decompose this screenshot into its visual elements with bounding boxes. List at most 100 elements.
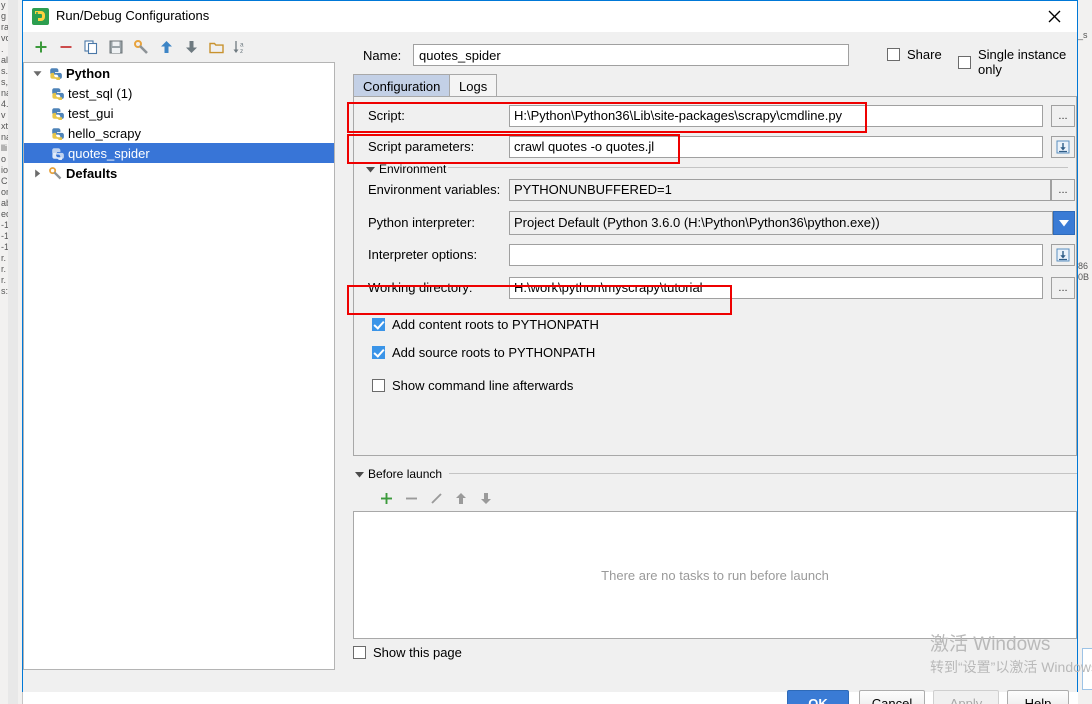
tree-item-label: hello_scrapy: [68, 125, 141, 141]
chevron-down-icon: [355, 471, 364, 477]
remove-task-icon[interactable]: [401, 487, 421, 509]
background-editor-left: ygravo.als.s,na4.|vxtnallioioComabed-1-1…: [0, 0, 23, 704]
configuration-editor-pane: Name: Share Single instance only Configu…: [343, 32, 1077, 692]
tree-item-python[interactable]: Python: [24, 63, 334, 83]
background-panel: [1082, 648, 1092, 690]
tree-item-label: Defaults: [66, 165, 118, 181]
background-text-line: _s: [1078, 30, 1088, 40]
dialog-titlebar: Run/Debug Configurations: [23, 1, 1077, 32]
show-command-line-checkbox[interactable]: Show command line afterwards: [372, 378, 573, 393]
move-down-icon[interactable]: [181, 37, 201, 57]
configurations-pane: a z Python test_sql (1) test_gui hello_s…: [23, 32, 341, 674]
working-directory-browse-button[interactable]: ...: [1051, 277, 1075, 299]
edit-task-icon[interactable]: [426, 487, 446, 509]
tab-logs[interactable]: Logs: [449, 74, 498, 97]
chevron-down-icon[interactable]: [28, 69, 46, 78]
chevron-down-icon[interactable]: [1053, 211, 1075, 235]
add-content-roots-checkbox-box[interactable]: [372, 318, 385, 331]
wrench-icon[interactable]: [131, 37, 151, 57]
before-launch-empty-text: There are no tasks to run before launch: [601, 567, 829, 583]
script-parameters-expand-button[interactable]: [1051, 136, 1075, 158]
add-task-icon[interactable]: [376, 487, 396, 509]
environment-variables-row: Environment variables: PYTHONUNBUFFERED=…: [354, 179, 1076, 201]
script-input[interactable]: H:\Python\Python36\Lib\site-packages\scr…: [509, 105, 1043, 127]
single-instance-label: Single instance only: [978, 47, 1067, 77]
tree-item-test-sql-1[interactable]: test_sql (1): [24, 83, 334, 103]
background-text-line: 86: [1078, 261, 1089, 271]
script-parameters-label: Script parameters:: [368, 139, 475, 154]
share-checkbox[interactable]: Share: [887, 47, 942, 62]
tab-configuration[interactable]: Configuration: [353, 74, 451, 97]
python-interpreter-combobox[interactable]: Project Default (Python 3.6.0 (H:\Python…: [509, 211, 1053, 235]
background-scrollbar[interactable]: [8, 0, 18, 704]
move-task-down-icon[interactable]: [476, 487, 496, 509]
ok-button[interactable]: OK: [787, 690, 849, 704]
background-text-line: 0B: [1078, 272, 1090, 282]
show-this-page-checkbox[interactable]: Show this page: [353, 645, 462, 660]
folder-icon[interactable]: [206, 37, 226, 57]
tree-item-quotes-spider[interactable]: quotes_spider: [24, 143, 334, 163]
remove-icon[interactable]: [56, 37, 76, 57]
python-file-icon: [48, 127, 66, 140]
environment-section-label: Environment: [379, 162, 447, 176]
before-launch-divider: [449, 473, 1077, 474]
script-row: Script: H:\Python\Python36\Lib\site-pack…: [354, 105, 1076, 127]
python-interpreter-row: Python interpreter: Project Default (Pyt…: [354, 211, 1076, 235]
chevron-right-icon[interactable]: [28, 169, 46, 178]
tree-item-label: test_sql (1): [68, 85, 133, 101]
add-source-roots-checkbox-box[interactable]: [372, 346, 385, 359]
working-directory-label: Working directory:: [368, 280, 473, 295]
show-this-page-label: Show this page: [373, 645, 462, 660]
working-directory-input[interactable]: H:\work\python\myscrapy\tutorial: [509, 277, 1043, 299]
add-content-roots-label: Add content roots to PYTHONPATH: [392, 317, 599, 332]
interpreter-options-expand-button[interactable]: [1051, 244, 1075, 266]
environment-section-header[interactable]: Environment: [366, 162, 446, 176]
screen: ygravo.als.s,na4.|vxtnallioioComabed-1-1…: [0, 0, 1092, 704]
move-task-up-icon[interactable]: [451, 487, 471, 509]
add-content-roots-checkbox[interactable]: Add content roots to PYTHONPATH: [372, 317, 599, 332]
script-browse-button[interactable]: ...: [1051, 105, 1075, 127]
tree-item-label: test_gui: [68, 105, 114, 121]
background-editor-right: _s 86 0B: [1078, 0, 1092, 704]
close-icon[interactable]: [1031, 1, 1077, 31]
apply-button: Apply: [933, 690, 999, 704]
script-label: Script:: [368, 108, 405, 123]
interpreter-options-input[interactable]: [509, 244, 1043, 266]
name-row: Name: Share Single instance only: [363, 44, 1077, 77]
single-instance-checkbox[interactable]: Single instance only: [958, 47, 1077, 77]
python-file-icon: [48, 107, 66, 120]
script-parameters-input[interactable]: crawl quotes -o quotes.jl: [509, 136, 1043, 158]
show-command-line-checkbox-box[interactable]: [372, 379, 385, 392]
dialog-title: Run/Debug Configurations: [56, 8, 210, 23]
sort-alphabetically-icon[interactable]: a z: [231, 37, 251, 57]
configuration-panel: Script: H:\Python\Python36\Lib\site-pack…: [353, 96, 1077, 456]
name-input[interactable]: [413, 44, 849, 66]
svg-text:z: z: [240, 48, 243, 54]
help-button[interactable]: Help: [1007, 690, 1069, 704]
before-launch-label: Before launch: [368, 467, 443, 481]
tree-item-test-gui[interactable]: test_gui: [24, 103, 334, 123]
single-instance-checkbox-box[interactable]: [958, 55, 971, 69]
show-this-page-checkbox-box[interactable]: [353, 646, 366, 659]
add-source-roots-checkbox[interactable]: Add source roots to PYTHONPATH: [372, 345, 595, 360]
tree-item-label: Python: [66, 65, 111, 81]
tree-item-hello-scrapy[interactable]: hello_scrapy: [24, 123, 334, 143]
chevron-down-icon: [366, 166, 375, 172]
environment-variables-browse-button[interactable]: ...: [1051, 179, 1075, 201]
copy-icon[interactable]: [81, 37, 101, 57]
cancel-button[interactable]: Cancel: [859, 690, 925, 704]
configurations-tree[interactable]: Python test_sql (1) test_gui hello_scrap…: [23, 62, 335, 670]
python-icon: [46, 67, 64, 80]
tree-item-defaults[interactable]: Defaults: [24, 163, 334, 183]
save-icon[interactable]: [106, 37, 126, 57]
before-launch-section-header[interactable]: Before launch: [355, 467, 442, 481]
run-debug-configurations-dialog: Run/Debug Configurations a z Python test…: [22, 0, 1078, 704]
show-command-line-label: Show command line afterwards: [392, 378, 574, 393]
move-up-icon[interactable]: [156, 37, 176, 57]
environment-variables-input[interactable]: PYTHONUNBUFFERED=1: [509, 179, 1051, 201]
add-icon[interactable]: [31, 37, 51, 57]
share-checkbox-box[interactable]: [887, 48, 900, 61]
name-label: Name:: [363, 48, 402, 63]
share-label: Share: [907, 47, 942, 62]
before-launch-task-list[interactable]: There are no tasks to run before launch: [353, 511, 1077, 639]
